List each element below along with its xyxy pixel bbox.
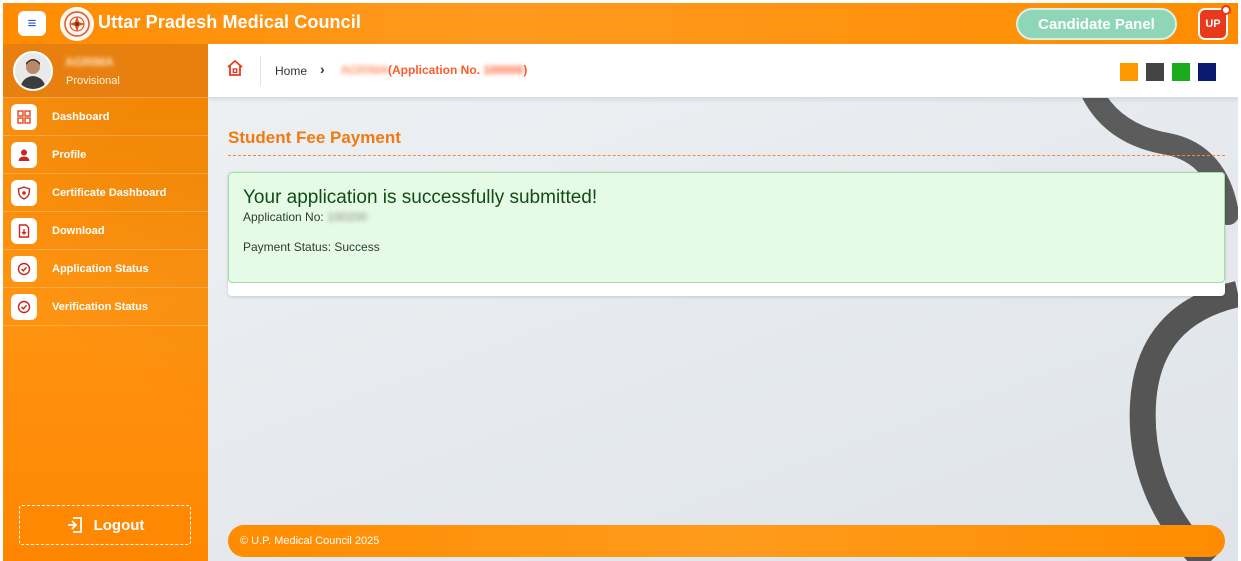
check-circle-icon [11,294,37,320]
logout-button[interactable]: Logout [19,505,191,545]
payment-status: Payment Status: Success [243,240,380,254]
payment-result-card: Your application is successfully submitt… [228,172,1225,296]
user-icon [11,142,37,168]
main-content: Home › AGRIMA (Application No. 100000) S… [208,44,1238,561]
breadcrumb-application-number: (Application No. 100000) [388,63,527,77]
theme-swatch-orange[interactable] [1120,63,1138,81]
check-circle-icon [11,256,37,282]
sidebar-item-download[interactable]: Download [3,212,208,250]
up-badge-label: UP [1205,18,1221,30]
breadcrumb-divider [260,56,261,86]
user-role: Provisional [66,75,120,87]
sidebar-item-application-status[interactable]: Application Status [3,250,208,288]
sidebar-item-verification-status[interactable]: Verification Status [3,288,208,326]
avatar [13,51,53,91]
hamburger-menu-button[interactable]: ≡ [18,11,46,36]
sidebar-item-certificate-dashboard[interactable]: Certificate Dashboard [3,174,208,212]
sidebar-item-label: Download [52,224,105,237]
sidebar-item-dashboard[interactable]: Dashboard [3,98,208,136]
breadcrumb: Home › AGRIMA (Application No. 100000) [208,44,1238,98]
logout-label: Logout [93,516,145,534]
page-title: Student Fee Payment [228,128,401,147]
notification-dot [1221,5,1231,15]
theme-swatch-green[interactable] [1172,63,1190,81]
avatar-photo-icon [15,53,51,89]
application-prefix: (Application No. [388,63,484,77]
theme-swatch-navy[interactable] [1198,63,1216,81]
application-number-line: Application No: 100200 [243,210,367,224]
chevron-right-icon: › [320,61,325,77]
sidebar: AGRIMA Provisional Dashboard Profile Cer… [3,44,208,561]
application-no-label: Application No: [243,210,324,224]
stethoscope-background-image [1077,73,1238,561]
council-logo [60,7,94,41]
sidebar-item-label: Application Status [52,262,149,275]
download-icon [11,218,37,244]
app-title: Uttar Pradesh Medical Council [98,12,361,32]
grid-icon [11,104,37,130]
title-divider [228,155,1225,156]
sidebar-item-label: Verification Status [52,300,148,313]
sidebar-item-label: Certificate Dashboard [52,186,167,199]
shield-icon [11,180,37,206]
emblem-icon [64,11,90,37]
theme-swatch-dark-gray[interactable] [1146,63,1164,81]
success-alert: Your application is successfully submitt… [228,172,1225,283]
candidate-panel-button[interactable]: Candidate Panel [1016,8,1177,40]
top-bar: ≡ Uttar Pradesh Medical Council Candidat… [3,3,1238,44]
breadcrumb-home-link[interactable]: Home [275,64,307,78]
user-profile-box: AGRIMA Provisional [3,44,208,98]
success-message: Your application is successfully submitt… [243,187,598,208]
hamburger-icon: ≡ [27,15,37,32]
sidebar-item-label: Profile [52,148,87,161]
application-no-value: 100200 [327,210,368,224]
theme-color-switcher [1120,63,1216,81]
application-number: 100000 [483,63,524,77]
breadcrumb-candidate-name: AGRIMA [341,63,389,77]
up-badge-button[interactable]: UP [1198,5,1231,40]
sidebar-item-profile[interactable]: Profile [3,136,208,174]
home-icon[interactable] [226,59,244,82]
footer: © U.P. Medical Council 2025 [228,525,1225,557]
sidebar-item-label: Dashboard [52,110,110,123]
footer-copyright: © U.P. Medical Council 2025 [240,535,380,547]
application-suffix: ) [523,63,528,77]
user-name: AGRIMA [65,55,114,69]
logout-icon [67,517,82,533]
